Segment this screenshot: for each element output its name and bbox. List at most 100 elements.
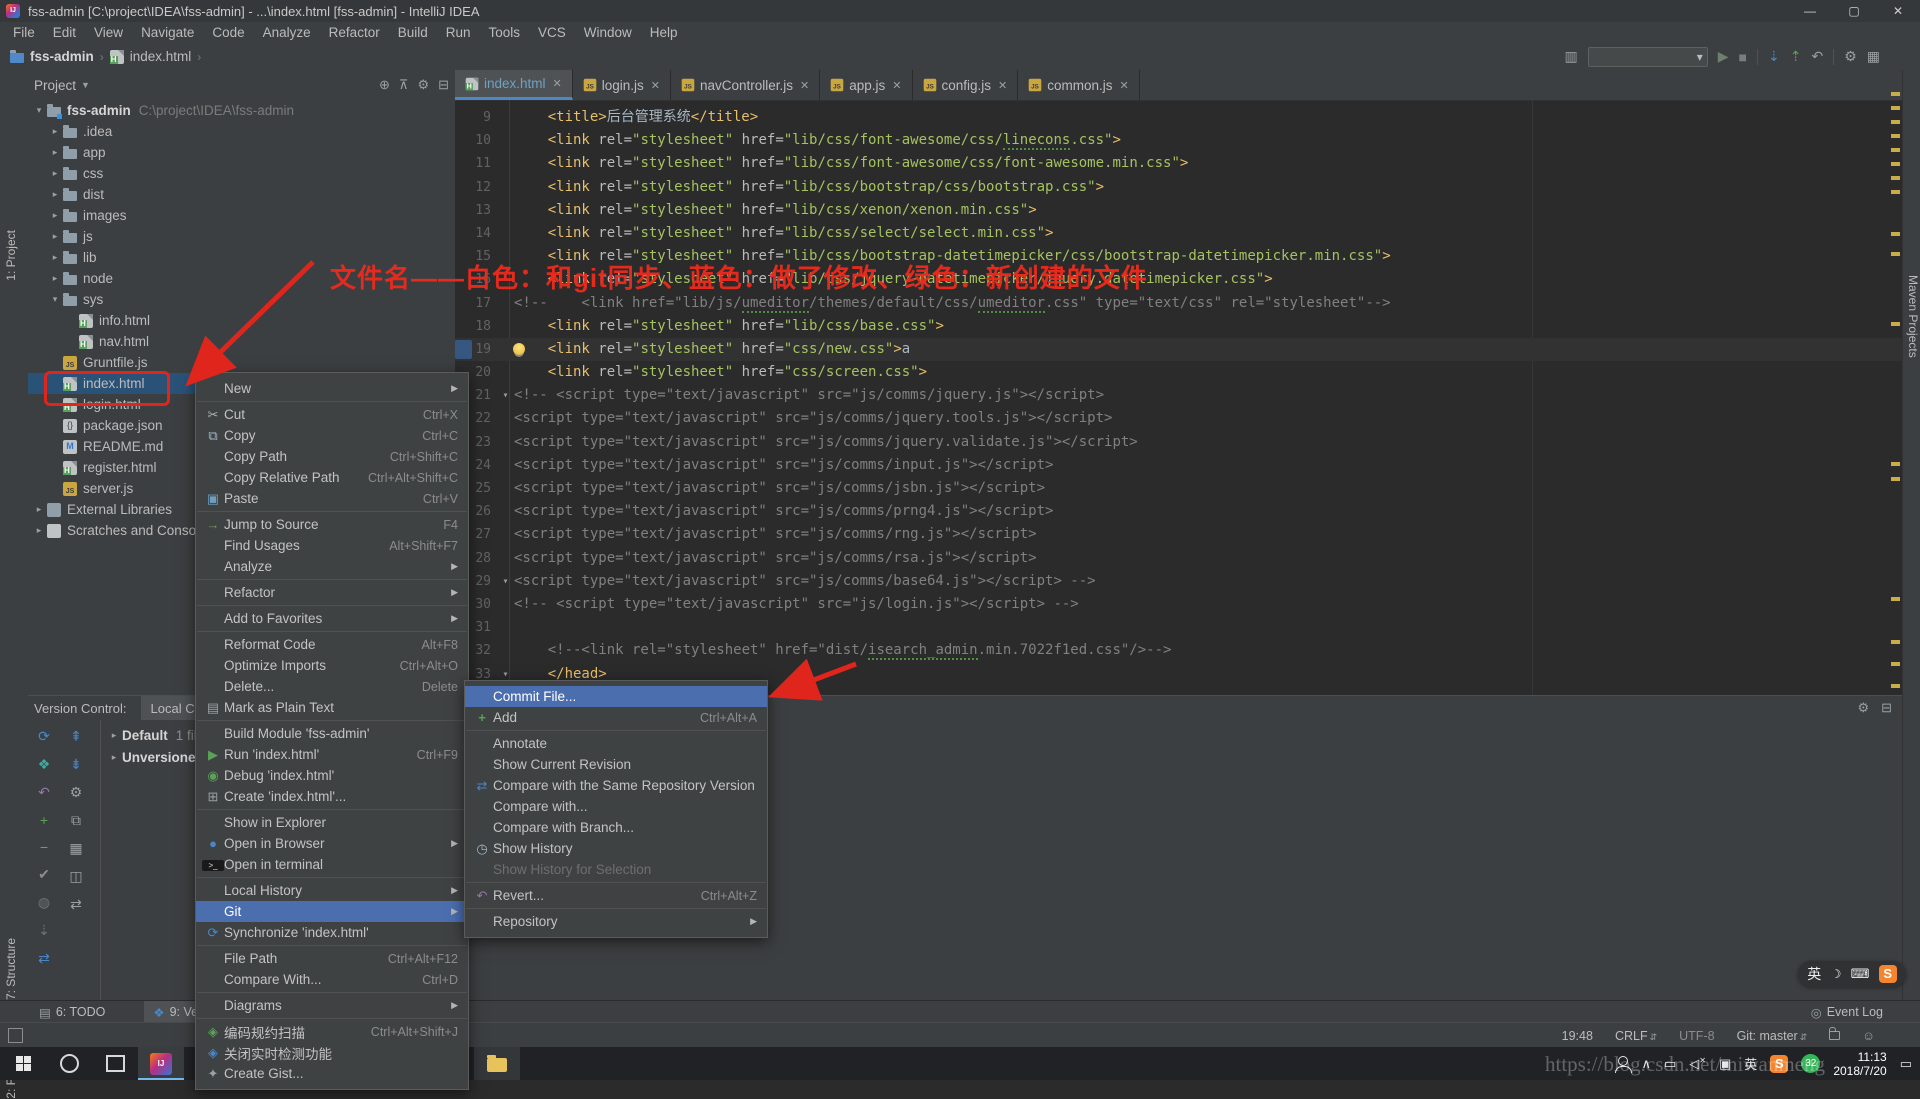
- menu-item-compare-with[interactable]: Compare With...Ctrl+D: [196, 969, 468, 990]
- ime-indicator[interactable]: 英: [1744, 1054, 1757, 1073]
- line-number[interactable]: 11: [455, 152, 497, 175]
- menu-item-paste[interactable]: ▣PasteCtrl+V: [196, 488, 468, 509]
- menubar-item-vcs[interactable]: VCS: [529, 22, 575, 43]
- menu-item-debug-index-html[interactable]: ◉Debug 'index.html': [196, 765, 468, 786]
- menu-item-show-history-for-selection[interactable]: Show History for Selection: [465, 859, 767, 880]
- line-number[interactable]: 9: [455, 106, 497, 129]
- code-text[interactable]: <script type="text/javascript" src="js/c…: [514, 407, 1902, 430]
- vc-down-icon[interactable]: ⇣: [38, 922, 50, 939]
- menubar-item-build[interactable]: Build: [389, 22, 437, 43]
- menu-item-refactor[interactable]: Refactor▶: [196, 582, 468, 603]
- code-text[interactable]: <script type="text/javascript" src="js/c…: [514, 477, 1902, 500]
- battery-icon[interactable]: ▭: [1664, 1056, 1676, 1072]
- code-text[interactable]: <link rel="stylesheet" href="lib/css/bas…: [514, 315, 1902, 338]
- maximize-button[interactable]: ▢: [1832, 0, 1876, 22]
- code-text[interactable]: <script type="text/javascript" src="js/c…: [514, 523, 1902, 546]
- menubar-item-refactor[interactable]: Refactor: [320, 22, 389, 43]
- close-icon[interactable]: ✕: [1120, 79, 1129, 92]
- git-branch-indicator[interactable]: Git: master⇵: [1737, 1029, 1808, 1043]
- sogou-tray-icon[interactable]: S: [1770, 1055, 1788, 1073]
- tree-item-css[interactable]: ▸css: [28, 163, 455, 184]
- task-view-button[interactable]: [92, 1047, 138, 1080]
- vc-jump-icon[interactable]: ⇄: [38, 950, 50, 967]
- code-text[interactable]: <title>后台管理系统</title>: [514, 106, 1902, 129]
- tree-item-gruntfile-js[interactable]: Gruntfile.js: [28, 352, 455, 373]
- fold-marker-icon[interactable]: ▾: [497, 570, 514, 593]
- line-number[interactable]: 13: [455, 199, 497, 222]
- menu-item-open-in-browser[interactable]: ●Open in Browser▶: [196, 833, 468, 854]
- vc-grid-icon[interactable]: ▦: [69, 840, 82, 857]
- lock-icon[interactable]: [1829, 1031, 1840, 1040]
- menubar-item-file[interactable]: File: [4, 22, 44, 43]
- hidden-icons-arrow[interactable]: ∧: [1641, 1056, 1651, 1072]
- code-text[interactable]: <!-- <script type="text/javascript" src=…: [514, 593, 1902, 616]
- close-icon[interactable]: ✕: [892, 79, 901, 92]
- tab-app-js[interactable]: app.js✕: [820, 70, 912, 100]
- fold-marker-icon[interactable]: ▾: [497, 384, 514, 407]
- vc-check-icon[interactable]: ✔: [38, 866, 50, 883]
- toolwindow-toggle-icon[interactable]: [8, 1028, 23, 1043]
- vc-hide-icon[interactable]: ⊟: [1881, 700, 1892, 716]
- vcs-update-icon[interactable]: ⇣: [1768, 48, 1780, 65]
- collapse-all-icon[interactable]: ⊼: [399, 77, 409, 93]
- sogou-logo-icon[interactable]: S: [1879, 965, 1897, 983]
- tree-item-app[interactable]: ▸app: [28, 142, 455, 163]
- tray-badge[interactable]: 32: [1801, 1054, 1820, 1073]
- code-text[interactable]: <script type="text/javascript" src="js/c…: [514, 431, 1902, 454]
- menubar-item-view[interactable]: View: [85, 22, 132, 43]
- people-icon[interactable]: [1618, 1056, 1628, 1066]
- run-button[interactable]: ▶: [1718, 48, 1729, 65]
- menu-item-git[interactable]: Git▶: [196, 901, 468, 922]
- menu-item-optimize-imports[interactable]: Optimize ImportsCtrl+Alt+O: [196, 655, 468, 676]
- notification-center-icon[interactable]: ▭: [1900, 1056, 1912, 1072]
- tab-index-html[interactable]: index.html✕: [455, 70, 573, 100]
- vc-split-icon[interactable]: ◫: [69, 868, 82, 885]
- line-number[interactable]: 10: [455, 129, 497, 152]
- menubar-item-edit[interactable]: Edit: [44, 22, 85, 43]
- code-text[interactable]: <link rel="stylesheet" href="css/screen.…: [514, 361, 1902, 384]
- tree-item-js[interactable]: ▸js: [28, 226, 455, 247]
- sidebar-item-maven-projects[interactable]: Maven Projects: [1906, 275, 1920, 358]
- menu-item-create-gist[interactable]: ✦Create Gist...: [196, 1063, 468, 1084]
- run-config-combo[interactable]: ▾: [1588, 47, 1708, 67]
- tree-item-nav-html[interactable]: nav.html: [28, 331, 455, 352]
- menu-item-annotate[interactable]: Annotate: [465, 733, 767, 754]
- code-text[interactable]: <script type="text/javascript" src="js/c…: [514, 454, 1902, 477]
- menu-item-compare-with-the-same-repository-version[interactable]: ⇄Compare with the Same Repository Versio…: [465, 775, 767, 796]
- settings-gear-icon[interactable]: ⚙: [417, 77, 429, 93]
- menu-item-file-path[interactable]: File PathCtrl+Alt+F12: [196, 948, 468, 969]
- caret-position[interactable]: 19:48: [1562, 1029, 1593, 1043]
- menu-item-show-current-revision[interactable]: Show Current Revision: [465, 754, 767, 775]
- code-text[interactable]: <link rel="stylesheet" href="lib/css/boo…: [514, 176, 1902, 199]
- vc-flow-icon[interactable]: ⇄: [70, 896, 82, 913]
- line-number[interactable]: 18: [455, 315, 497, 338]
- tree-item-fss-admin[interactable]: ▾fss-adminC:\project\IDEA\fss-admin: [28, 100, 455, 121]
- encoding-indicator[interactable]: UTF-8: [1679, 1029, 1714, 1043]
- code-text[interactable]: <link rel="stylesheet" href="lib/css/fon…: [514, 152, 1902, 175]
- menu-item-show-in-explorer[interactable]: Show in Explorer: [196, 812, 468, 833]
- hide-panel-icon[interactable]: ⊟: [438, 77, 449, 93]
- code-text[interactable]: <script type="text/javascript" src="js/c…: [514, 500, 1902, 523]
- menu-item-open-in-terminal[interactable]: >_Open in terminal: [196, 854, 468, 875]
- close-icon[interactable]: ✕: [998, 79, 1007, 92]
- vc-expand-all-icon[interactable]: ⇞: [70, 728, 82, 745]
- hector-icon[interactable]: ☺: [1862, 1029, 1875, 1043]
- menu-item-delete[interactable]: Delete...Delete: [196, 676, 468, 697]
- menu-item-item[interactable]: ◈关闭实时检测功能: [196, 1042, 468, 1063]
- menu-item-item[interactable]: ◈编码规约扫描Ctrl+Alt+Shift+J: [196, 1021, 468, 1042]
- menu-item-jump-to-source[interactable]: →Jump to SourceF4: [196, 514, 468, 535]
- tree-item-info-html[interactable]: info.html: [28, 310, 455, 331]
- menubar-item-code[interactable]: Code: [203, 22, 253, 43]
- menu-item-build-module-fss-admin[interactable]: Build Module 'fss-admin': [196, 723, 468, 744]
- menu-item-mark-as-plain-text[interactable]: ▤Mark as Plain Text: [196, 697, 468, 718]
- taskbar-explorer-button[interactable]: [474, 1047, 520, 1080]
- vc-branch-icon[interactable]: ❖: [38, 756, 51, 773]
- menu-item-add-to-favorites[interactable]: Add to Favorites▶: [196, 608, 468, 629]
- menubar-item-help[interactable]: Help: [641, 22, 687, 43]
- menu-item-find-usages[interactable]: Find UsagesAlt+Shift+F7: [196, 535, 468, 556]
- project-panel-title[interactable]: Project: [34, 78, 76, 93]
- vc-settings-icon[interactable]: ⚙: [70, 784, 83, 801]
- menubar-item-window[interactable]: Window: [575, 22, 641, 43]
- menu-item-create-index-html[interactable]: ⊞Create 'index.html'...: [196, 786, 468, 807]
- breadcrumb-item-index-html[interactable]: index.html: [130, 49, 192, 64]
